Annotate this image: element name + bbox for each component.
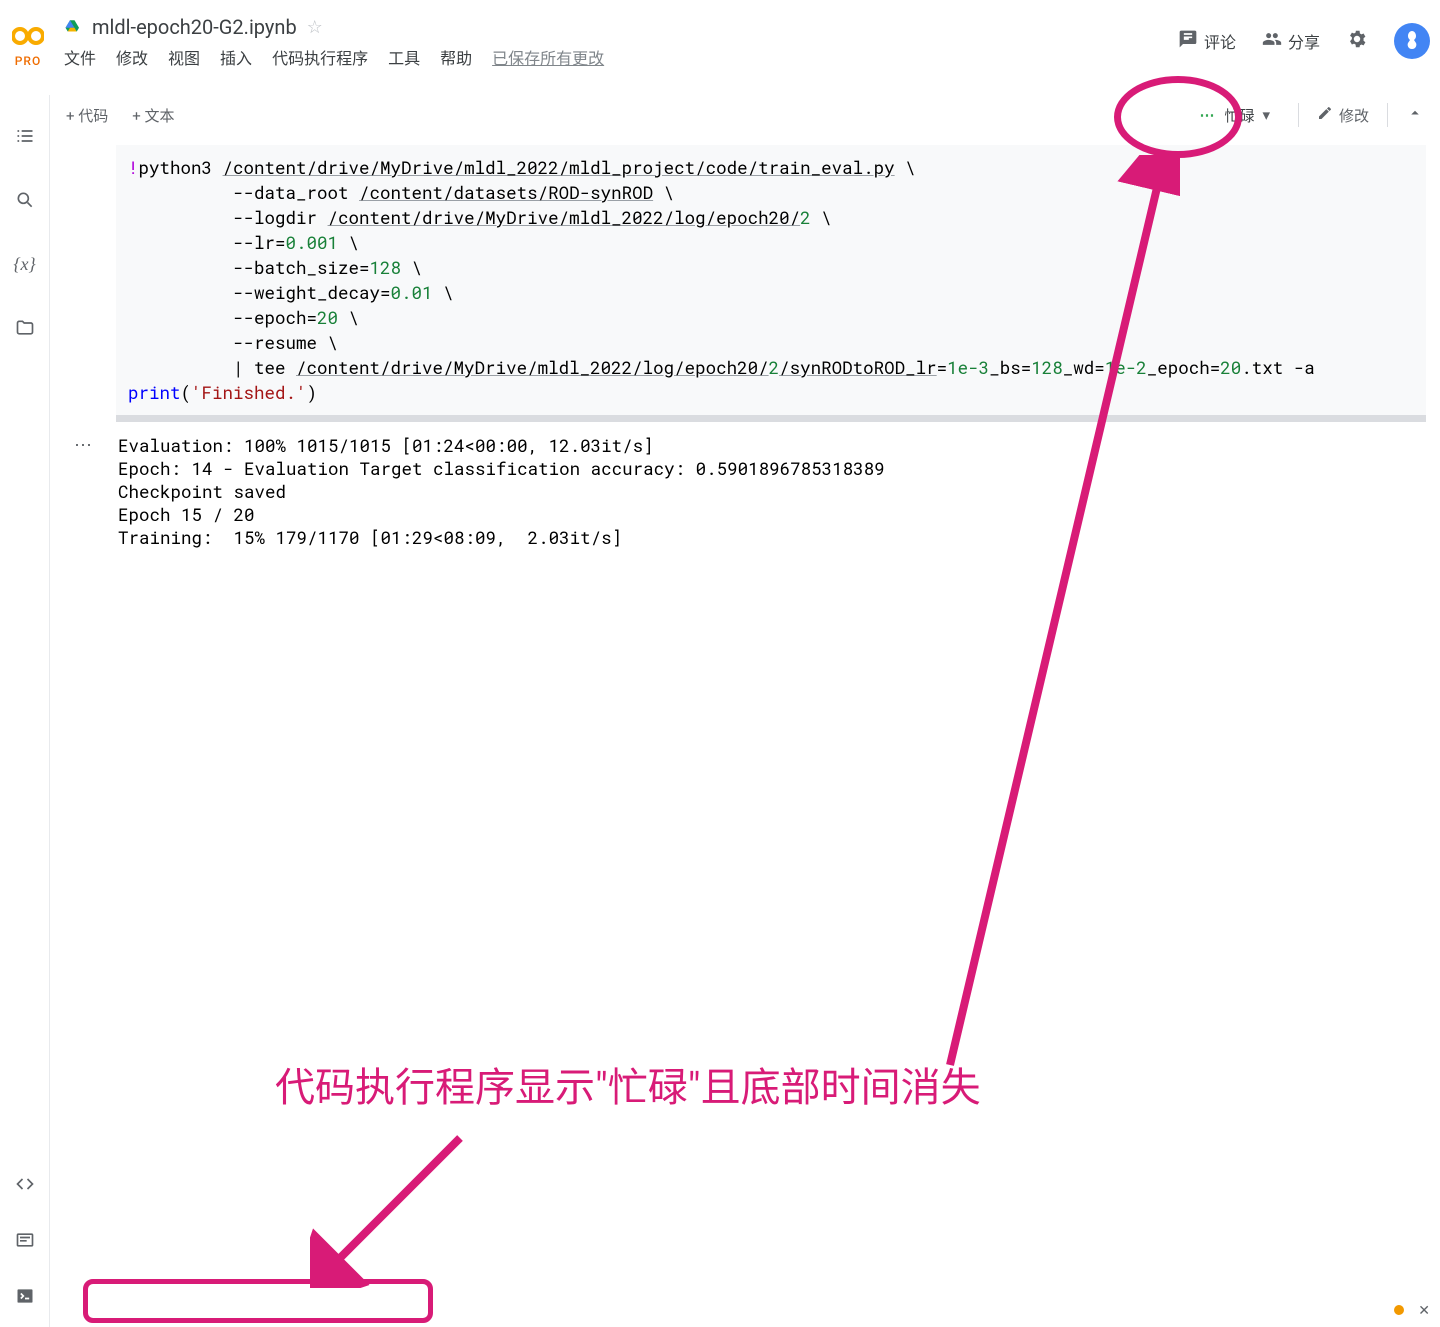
comment-icon	[1178, 29, 1198, 53]
editing-label: 修改	[1339, 105, 1369, 126]
user-avatar[interactable]	[1394, 23, 1430, 59]
header-right: 评论 分享	[1178, 23, 1430, 59]
divider	[1387, 103, 1388, 127]
drive-icon	[64, 18, 82, 36]
settings-gear-icon[interactable]	[1346, 28, 1368, 55]
comments-button[interactable]: 评论	[1178, 29, 1236, 53]
code-editor[interactable]: !python3 /content/drive/MyDrive/mldl_202…	[116, 145, 1426, 415]
menu-help[interactable]: 帮助	[440, 45, 472, 69]
file-title-area: mldl-epoch20-G2.ipynb ☆ 文件 修改 视图 插入 代码执行…	[64, 15, 1178, 69]
busy-label: 忙碌	[1224, 105, 1254, 126]
header: PRO mldl-epoch20-G2.ipynb ☆ 文件 修改 视图 插入 …	[0, 0, 1440, 93]
toc-icon[interactable]	[14, 125, 36, 147]
busy-dots-icon: ⋯	[1199, 106, 1216, 124]
pencil-icon	[1317, 105, 1333, 125]
notebook-toolbar: + 代码 + 文本 ⋯ 忙碌 ▾ 修改	[50, 95, 1440, 135]
annotation-text: 代码执行程序显示"忙碌"且底部时间消失	[275, 1055, 981, 1113]
editing-mode-button[interactable]: 修改	[1317, 105, 1369, 126]
collapse-header-icon[interactable]	[1406, 104, 1424, 127]
variables-icon[interactable]: {x}	[14, 253, 36, 275]
add-text-button[interactable]: + 文本	[132, 105, 174, 126]
comments-label: 评论	[1204, 29, 1236, 53]
notebook-main: ⋯ ↑ ↓ ⇔ ▤ ⚙ ⧉ 🗑 ⋮ !python3 /content/driv…	[50, 135, 1440, 1327]
star-icon[interactable]: ☆	[307, 17, 323, 38]
menu-file[interactable]: 文件	[64, 45, 96, 69]
chevron-down-icon: ▾	[1262, 106, 1270, 124]
share-button[interactable]: 分享	[1262, 29, 1320, 53]
status-close-icon[interactable]: ✕	[1418, 1303, 1430, 1319]
code-snippets-icon[interactable]	[14, 1173, 36, 1195]
cell-output: Evaluation: 100% 1015/1015 [01:24<00:00,…	[116, 422, 1426, 549]
share-icon	[1262, 29, 1282, 53]
status-dot-icon	[1394, 1305, 1404, 1315]
command-palette-icon[interactable]	[14, 1229, 36, 1251]
runtime-status-button[interactable]: ⋯ 忙碌 ▾	[1189, 101, 1280, 130]
divider	[1298, 103, 1299, 127]
menu-edit[interactable]: 修改	[116, 45, 148, 69]
cell-separator	[116, 415, 1426, 422]
pro-label: PRO	[15, 54, 41, 68]
left-rail: {x}	[0, 95, 50, 1327]
menu-runtime[interactable]: 代码执行程序	[272, 45, 368, 69]
output-more-icon[interactable]: ⋯	[74, 435, 93, 456]
menu-view[interactable]: 视图	[168, 45, 200, 69]
code-cell[interactable]: ⋯ ↑ ↓ ⇔ ▤ ⚙ ⧉ 🗑 ⋮ !python3 /content/driv…	[64, 145, 1426, 549]
colab-logo[interactable]: PRO	[12, 15, 44, 68]
search-icon[interactable]	[14, 189, 36, 211]
save-status[interactable]: 已保存所有更改	[492, 45, 604, 69]
annotation-rectangle	[83, 1279, 433, 1323]
menu-insert[interactable]: 插入	[220, 45, 252, 69]
share-label: 分享	[1288, 29, 1320, 53]
add-code-button[interactable]: + 代码	[66, 105, 108, 126]
file-name[interactable]: mldl-epoch20-G2.ipynb	[92, 15, 297, 39]
files-icon[interactable]	[14, 317, 36, 339]
menu-tools[interactable]: 工具	[388, 45, 420, 69]
menu-bar: 文件 修改 视图 插入 代码执行程序 工具 帮助 已保存所有更改	[64, 45, 1178, 69]
colab-logo-icon	[12, 19, 44, 54]
terminal-icon[interactable]	[14, 1285, 36, 1307]
